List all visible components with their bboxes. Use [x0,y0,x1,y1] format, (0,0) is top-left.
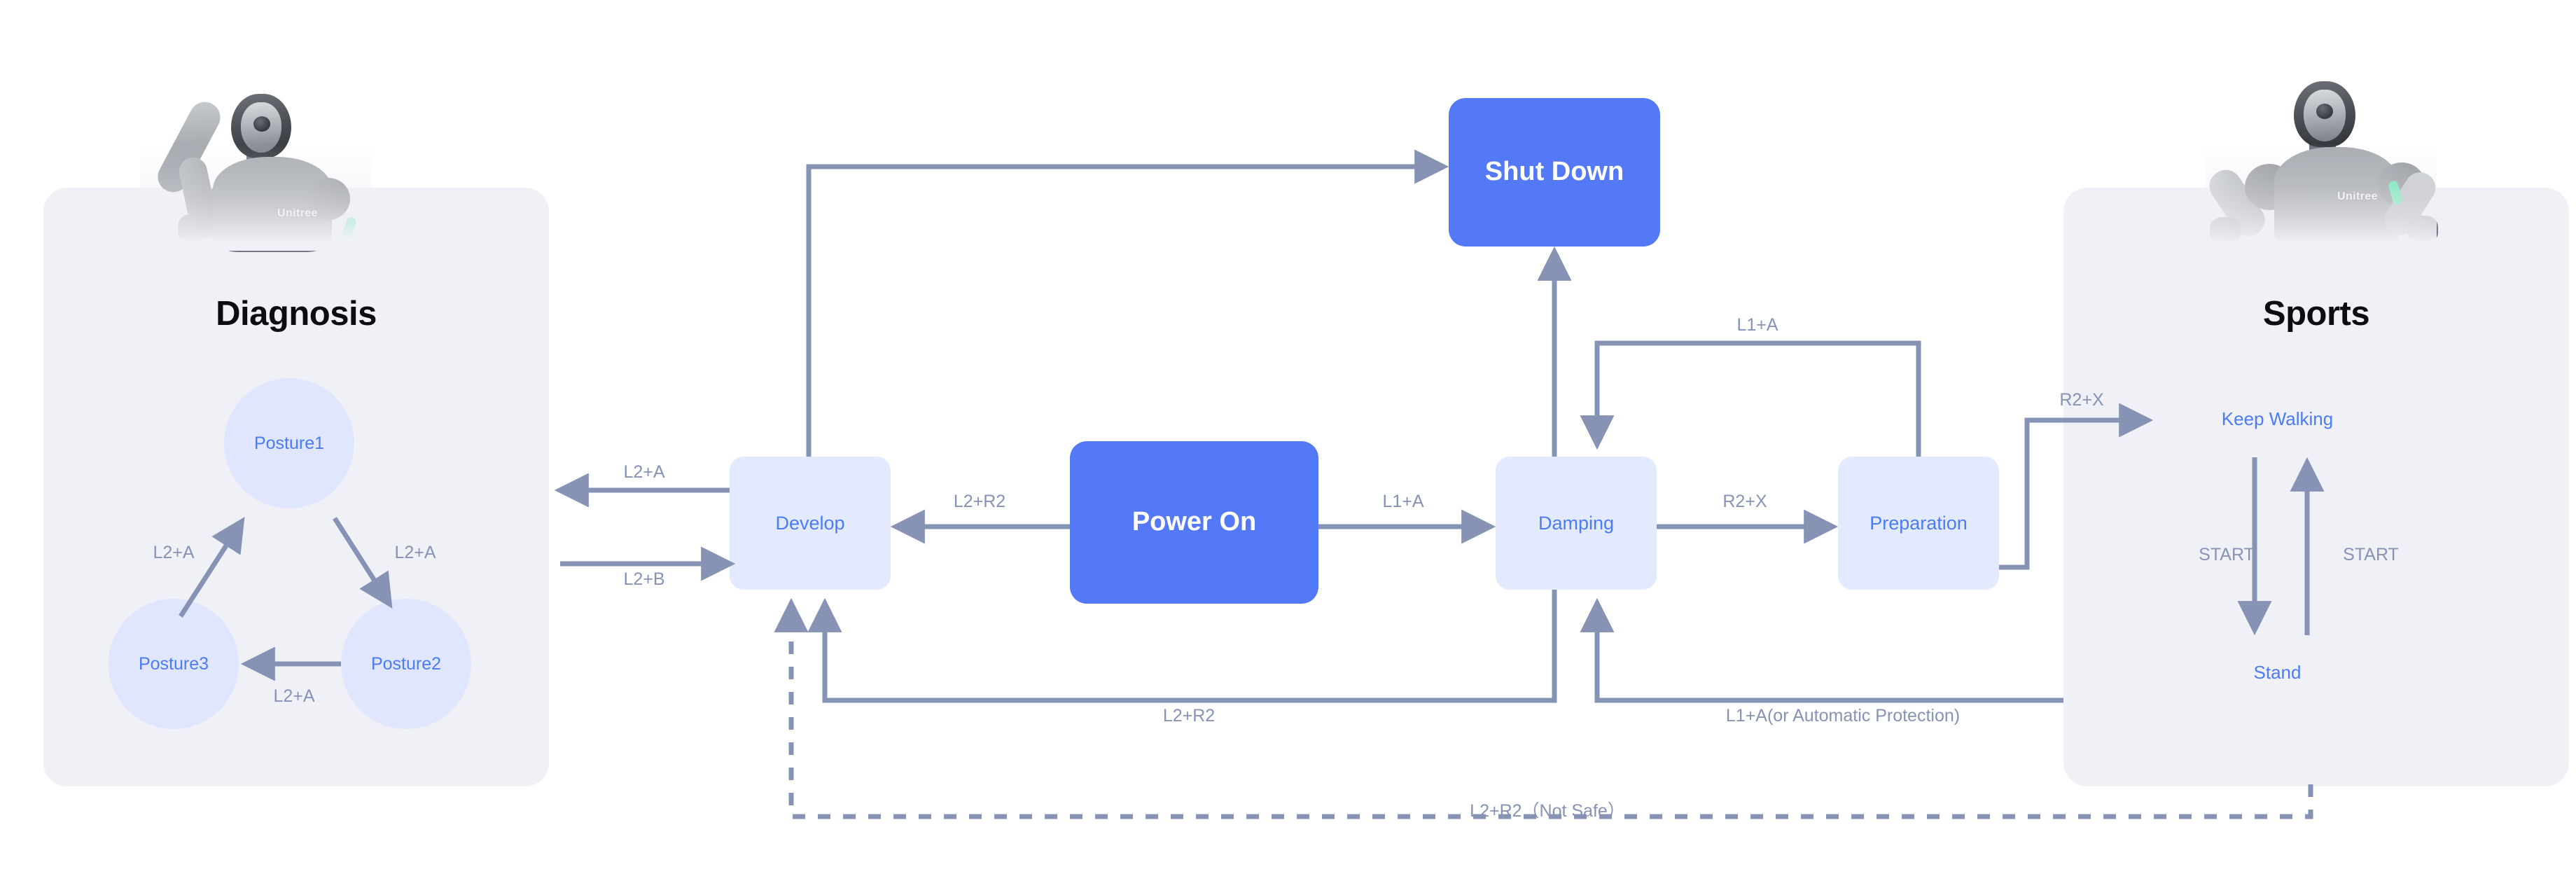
robot-illustration-diagnosis: Unitree [140,20,371,252]
edge-label-posture1-to-posture2: L2+A [394,543,436,562]
node-stand[interactable]: Stand [2153,635,2402,711]
edge-develop-to-shutdown [806,149,1449,457]
edge-label-poweron-to-develop: L2+R2 [953,492,1006,511]
edge-label-stand-to-keepwalking: START [2343,545,2399,564]
edge-label-keepwalking-to-stand: START [2199,545,2255,564]
edge-label-preparation-to-keepwalking: R2+X [2059,390,2104,410]
edge-sports-to-damping [1580,597,2063,703]
node-develop[interactable]: Develop [730,457,891,590]
edge-label-diagnosis-to-develop: L2+B [623,569,665,589]
node-posture2[interactable]: Posture2 [341,599,471,729]
edge-label-preparation-to-damping: L1+A [1736,315,1778,335]
edge-label-sports-to-develop-not-safe: L2+R2（Not Safe） [1470,801,1625,821]
node-shut-down[interactable]: Shut Down [1449,98,1660,247]
robot-illustration-sports: Unitree [2203,14,2442,252]
edge-label-poweron-to-damping: L1+A [1382,492,1424,511]
edge-label-posture2-to-posture3: L2+A [273,686,315,706]
node-preparation[interactable]: Preparation [1838,457,1999,590]
edge-label-damping-to-preparation: R2+X [1722,492,1767,511]
panel-title-sports: Sports [2262,295,2370,333]
panel-title-diagnosis: Diagnosis [216,295,377,333]
edge-preparation-to-damping [1580,340,1921,457]
node-power-on[interactable]: Power On [1070,441,1318,604]
edge-label-sports-to-damping: L1+A(or Automatic Protection) [1725,706,1961,726]
node-keep-walking[interactable]: Keep Walking [2153,382,2402,457]
node-posture1[interactable]: Posture1 [224,378,354,508]
diagram-canvas: Unitree Diagnosis Posture1 Posture3 Post… [0,0,2576,881]
edge-damping-to-develop [807,590,1557,703]
node-damping[interactable]: Damping [1496,457,1657,590]
node-posture3[interactable]: Posture3 [109,599,239,729]
edge-label-posture3-to-posture1: L2+A [153,543,195,562]
edge-label-develop-to-diagnosis: L2+A [623,462,665,482]
edge-label-damping-to-develop: L2+R2 [1162,706,1216,726]
